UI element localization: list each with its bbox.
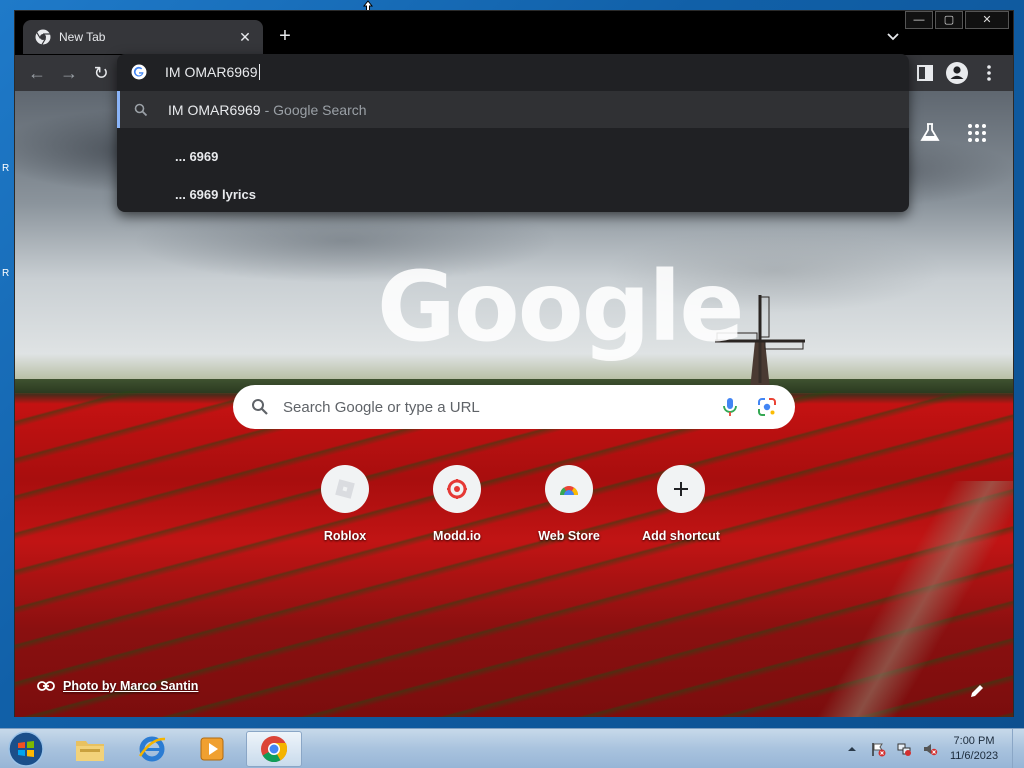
web-store-icon <box>560 486 578 495</box>
shortcut-add[interactable]: Add shortcut <box>625 465 737 551</box>
new-tab-button[interactable]: + <box>273 25 297 49</box>
media-player-icon <box>200 737 224 761</box>
photo-credit-link[interactable]: Photo by Marco Santin <box>37 679 198 693</box>
search-icon <box>134 103 148 116</box>
background-path <box>775 481 1013 717</box>
plus-icon <box>674 482 688 496</box>
browser-window: New Tab ✕ + — ▢ ✕ ← → ↻ IM OMAR6969 IM O… <box>14 10 1014 717</box>
show-desktop-button[interactable] <box>1012 729 1024 768</box>
tab-new-tab[interactable]: New Tab ✕ <box>23 20 263 54</box>
reload-button[interactable]: ↻ <box>91 63 111 83</box>
address-input[interactable]: IM OMAR6969 <box>165 64 260 80</box>
clock[interactable]: 7:00 PM 11/6/2023 <box>944 734 1004 764</box>
pencil-icon[interactable] <box>969 683 985 699</box>
ntp-search-box[interactable]: Search Google or type a URL <box>233 385 795 429</box>
folder-icon <box>76 741 104 761</box>
volume-muted-icon[interactable] <box>922 741 938 757</box>
tab-close-icon[interactable]: ✕ <box>237 29 253 46</box>
taskbar: 7:00 PM 11/6/2023 <box>0 728 1024 768</box>
photo-credit-text[interactable]: Photo by Marco Santin <box>63 679 198 693</box>
shortcut-web-store[interactable]: Web Store <box>513 465 625 551</box>
taskbar-media-player[interactable] <box>184 731 240 767</box>
shortcut-tile <box>545 465 593 513</box>
desktop-icon-label[interactable]: R <box>2 268 9 279</box>
labs-flask-icon[interactable] <box>919 121 941 143</box>
shortcut-label: Add shortcut <box>642 529 720 543</box>
desktop-icon-label[interactable]: R <box>2 163 9 174</box>
suggestion-item[interactable]: ... 6969 <box>117 138 909 175</box>
omnibox-dropdown: IM OMAR6969 IM OMAR6969 - Google Search … <box>117 54 909 212</box>
google-lens-icon[interactable] <box>757 397 777 417</box>
link-icon <box>37 681 55 691</box>
shortcut-label: Web Store <box>538 529 600 543</box>
suggestion-google-search[interactable]: IM OMAR6969 - Google Search <box>117 91 909 128</box>
shortcut-moddio[interactable]: Modd.io <box>401 465 513 551</box>
back-button[interactable]: ← <box>27 63 47 83</box>
suggestion-type: - Google Search <box>264 101 367 118</box>
maximize-button[interactable]: ▢ <box>935 11 963 29</box>
shortcut-label: Roblox <box>323 529 367 543</box>
profile-avatar-icon[interactable] <box>945 61 969 85</box>
shortcut-label: Modd.io <box>433 529 481 543</box>
system-tray <box>844 729 948 768</box>
window-controls: — ▢ ✕ <box>903 11 1009 29</box>
shortcut-roblox[interactable]: Roblox <box>289 465 401 551</box>
taskbar-internet-explorer[interactable] <box>124 731 180 767</box>
action-center-flag-icon[interactable] <box>870 741 886 757</box>
tab-title: New Tab <box>59 30 106 44</box>
microphone-icon[interactable] <box>721 397 739 417</box>
start-button[interactable] <box>6 730 46 768</box>
taskbar-chrome[interactable] <box>246 731 302 767</box>
clock-date: 11/6/2023 <box>949 750 999 762</box>
minimize-button[interactable]: — <box>905 11 933 29</box>
internet-explorer-icon <box>138 736 166 762</box>
forward-button[interactable]: → <box>59 63 79 83</box>
google-logo: Google <box>377 251 744 363</box>
clock-time: 7:00 PM <box>953 735 995 747</box>
search-input[interactable]: Search Google or type a URL <box>283 399 721 416</box>
shortcut-tile <box>321 465 369 513</box>
moddio-icon <box>447 479 467 499</box>
chrome-icon <box>35 29 51 45</box>
taskbar-file-explorer[interactable] <box>62 731 118 767</box>
shortcut-tile <box>433 465 481 513</box>
title-bar[interactable]: New Tab ✕ + — ▢ ✕ <box>15 11 1013 55</box>
suggestion-item[interactable]: ... 6969 lyrics <box>117 176 909 213</box>
tab-search-chevron-icon[interactable] <box>885 28 901 44</box>
shortcut-tile <box>657 465 705 513</box>
menu-kebab-icon[interactable] <box>977 61 1001 85</box>
address-bar[interactable]: IM OMAR6969 <box>117 54 909 90</box>
suggestion-query: IM OMAR6969 <box>168 101 261 118</box>
tray-expand-icon[interactable] <box>844 741 860 757</box>
chrome-icon <box>261 736 288 763</box>
google-g-icon <box>131 64 147 80</box>
search-icon <box>252 399 268 415</box>
roblox-icon <box>335 479 355 499</box>
network-icon[interactable] <box>896 741 912 757</box>
apps-grid-icon[interactable] <box>967 123 987 143</box>
close-button[interactable]: ✕ <box>965 11 1009 29</box>
side-panel-icon[interactable] <box>913 61 937 85</box>
